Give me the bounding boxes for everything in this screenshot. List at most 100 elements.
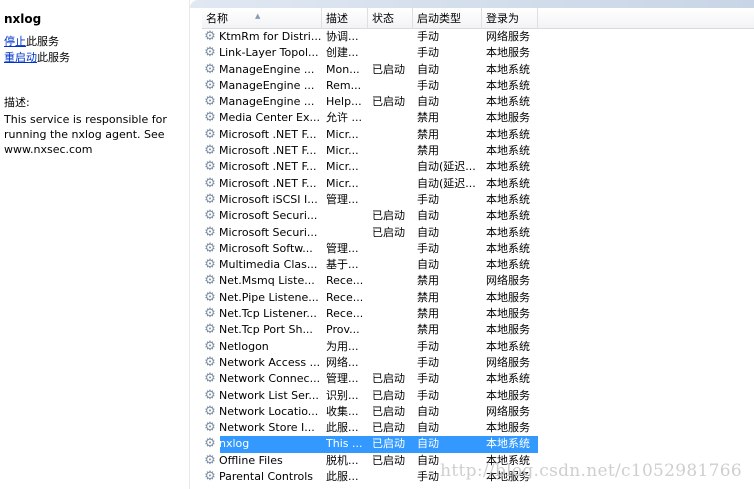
table-row[interactable]: ⚙ Net.Tcp Listener... Rece... 禁用 本地服务: [202, 306, 754, 322]
gear-icon: ⚙: [204, 45, 216, 61]
service-startup-cell: 禁用: [417, 127, 439, 141]
service-logon-cell: 本地系统: [486, 241, 530, 255]
service-startup-cell: 手动: [417, 339, 439, 353]
service-startup-cell: 禁用: [417, 111, 439, 125]
gear-icon: ⚙: [204, 436, 216, 452]
service-name-cell: Microsoft Softw...: [219, 241, 313, 255]
service-startup-cell: 禁用: [417, 307, 439, 321]
gear-icon: ⚙: [204, 61, 216, 77]
table-row[interactable]: ⚙ Net.Tcp Port Sh... Prov... 禁用 本地服务: [202, 322, 754, 338]
gear-icon: ⚙: [204, 273, 216, 289]
column-header-status[interactable]: 状态: [368, 8, 413, 29]
table-row[interactable]: ⚙ Net.Pipe Listene... Rece... 禁用 本地服务: [202, 290, 754, 306]
gear-icon: ⚙: [204, 420, 216, 436]
restart-service-link[interactable]: 重启动: [4, 51, 37, 64]
table-row[interactable]: ⚙ Microsoft .NET F... Micr... 自动(延迟... 本地系统: [202, 176, 754, 192]
stop-service-link[interactable]: 停止: [4, 35, 26, 48]
service-startup-cell: 手动: [417, 78, 439, 92]
service-description-cell: 识别...: [326, 388, 359, 402]
table-row[interactable]: ⚙ Network Connec... 管理... 已启动 手动 本地系统: [202, 371, 754, 387]
service-logon-cell: 本地系统: [486, 258, 530, 272]
table-row[interactable]: ⚙ nxlog This ... 已启动 自动 本地系统: [202, 436, 754, 453]
table-row[interactable]: ⚙ Network Store I... 此服... 已启动 自动 本地服务: [202, 420, 754, 436]
service-name-cell: Multimedia Clas...: [219, 258, 318, 272]
service-logon-cell: 本地服务: [486, 307, 530, 321]
table-row[interactable]: ⚙ Net.Msmq Liste... Rece... 禁用 网络服务: [202, 273, 754, 289]
table-row[interactable]: ⚙ Link-Layer Topol... 创建... 手动 本地服务: [202, 45, 754, 61]
service-name-cell: Netlogon: [219, 339, 269, 353]
service-logon-cell: 网络服务: [486, 274, 530, 288]
gear-icon: ⚙: [204, 387, 216, 403]
column-header-name[interactable]: 名称 ▲: [202, 8, 322, 29]
service-name-cell: Network Access ...: [219, 355, 321, 369]
service-status-cell: 已启动: [372, 421, 405, 435]
column-header-description[interactable]: 描述: [322, 8, 368, 29]
gear-icon: ⚙: [204, 175, 216, 191]
gear-icon: ⚙: [204, 94, 216, 110]
service-name-cell: Microsoft .NET F...: [219, 160, 317, 174]
table-row[interactable]: ⚙ Network Locatio... 收集... 已启动 自动 网络服务: [202, 404, 754, 420]
service-logon-cell: 本地系统: [486, 225, 530, 239]
service-startup-cell: 自动: [417, 404, 439, 418]
service-status-cell: 已启动: [372, 225, 405, 239]
table-row[interactable]: ⚙ Network List Ser... 识别... 已启动 手动 本地服务: [202, 388, 754, 404]
table-row[interactable]: ⚙ Network Access ... 网络... 手动 网络服务: [202, 355, 754, 371]
table-row[interactable]: ⚙ Microsoft .NET F... Micr... 禁用 本地系统: [202, 143, 754, 159]
service-description-cell: Rece...: [326, 274, 364, 288]
service-name-cell: ManageEngine ...: [219, 62, 315, 76]
service-logon-cell: 本地服务: [486, 46, 530, 60]
service-name-cell: Microsoft .NET F...: [219, 176, 317, 190]
gear-icon: ⚙: [204, 257, 216, 273]
table-row[interactable]: ⚙ Microsoft .NET F... Micr... 禁用 本地系统: [202, 127, 754, 143]
service-logon-cell: 网络服务: [486, 30, 530, 43]
gear-icon: ⚙: [204, 208, 216, 224]
service-description-cell: 允许 ...: [326, 111, 362, 125]
service-description-cell: This ...: [326, 437, 363, 451]
services-list-pane: 名称 ▲ 描述 状态 启动类型 登录为 ⚙ KtmRm for Distri...…: [190, 0, 754, 489]
table-row[interactable]: ⚙ Microsoft Securi... 已启动 自动 本地系统: [202, 208, 754, 224]
service-startup-cell: 自动: [417, 437, 439, 451]
table-row[interactable]: ⚙ Multimedia Clas... 基于... 自动 本地系统: [202, 257, 754, 273]
service-name-cell: Microsoft .NET F...: [219, 127, 317, 141]
service-name-cell: ManageEngine ...: [219, 95, 315, 109]
column-header-startup-type[interactable]: 启动类型: [413, 8, 482, 29]
service-logon-cell: 本地系统: [486, 192, 530, 206]
service-startup-cell: 手动: [417, 46, 439, 60]
service-status-cell: 已启动: [372, 437, 405, 451]
service-description-cell: 管理...: [326, 372, 359, 386]
service-startup-cell: 手动: [417, 241, 439, 255]
watermark-text: http://blog.csdn.net/c1052981766: [440, 461, 742, 481]
service-logon-cell: 本地系统: [486, 437, 530, 451]
table-row[interactable]: ⚙ Netlogon 为用... 手动 本地系统: [202, 339, 754, 355]
table-row[interactable]: ⚙ KtmRm for Distri... 协调... 手动 网络服务: [202, 29, 754, 45]
service-logon-cell: 本地系统: [486, 176, 530, 190]
table-row[interactable]: ⚙ ManageEngine ... Rem... 手动 本地系统: [202, 78, 754, 94]
column-header-logon-as[interactable]: 登录为: [482, 8, 538, 29]
gear-icon: ⚙: [204, 306, 216, 322]
service-description-cell: 基于...: [326, 258, 359, 272]
service-name-cell: nxlog: [219, 437, 250, 451]
table-row[interactable]: ⚙ Microsoft Softw... 管理... 手动 本地系统: [202, 241, 754, 257]
service-name-cell: Network Connec...: [219, 372, 321, 386]
service-startup-cell: 自动: [417, 258, 439, 272]
service-startup-cell: 禁用: [417, 323, 439, 337]
service-status-cell: 已启动: [372, 372, 405, 386]
stop-service-suffix: 此服务: [26, 35, 59, 48]
table-row[interactable]: ⚙ ManageEngine ... Help... 已启动 自动 本地系统: [202, 94, 754, 110]
service-startup-cell: 手动: [417, 355, 439, 369]
table-row[interactable]: ⚙ Microsoft iSCSI I... 管理... 手动 本地系统: [202, 192, 754, 208]
service-description-cell: 网络...: [326, 355, 359, 369]
table-row[interactable]: ⚙ Microsoft .NET F... Micr... 自动(延迟... 本地系统: [202, 159, 754, 175]
table-row[interactable]: ⚙ Media Center Ex... 允许 ... 禁用 本地服务: [202, 110, 754, 126]
service-startup-cell: 自动: [417, 95, 439, 109]
service-logon-cell: 本地系统: [486, 372, 530, 386]
service-startup-cell: 自动: [417, 225, 439, 239]
service-logon-cell: 本地系统: [486, 144, 530, 158]
table-row[interactable]: ⚙ ManageEngine ... Mon... 已启动 自动 本地系统: [202, 62, 754, 78]
service-description-cell: Micr...: [326, 127, 359, 141]
service-description-cell: 管理...: [326, 241, 359, 255]
table-row[interactable]: ⚙ Microsoft Securi... 已启动 自动 本地系统: [202, 225, 754, 241]
service-logon-cell: 本地服务: [486, 421, 530, 435]
service-name-cell: ManageEngine ...: [219, 78, 315, 92]
service-name-cell: Offline Files: [219, 453, 283, 467]
